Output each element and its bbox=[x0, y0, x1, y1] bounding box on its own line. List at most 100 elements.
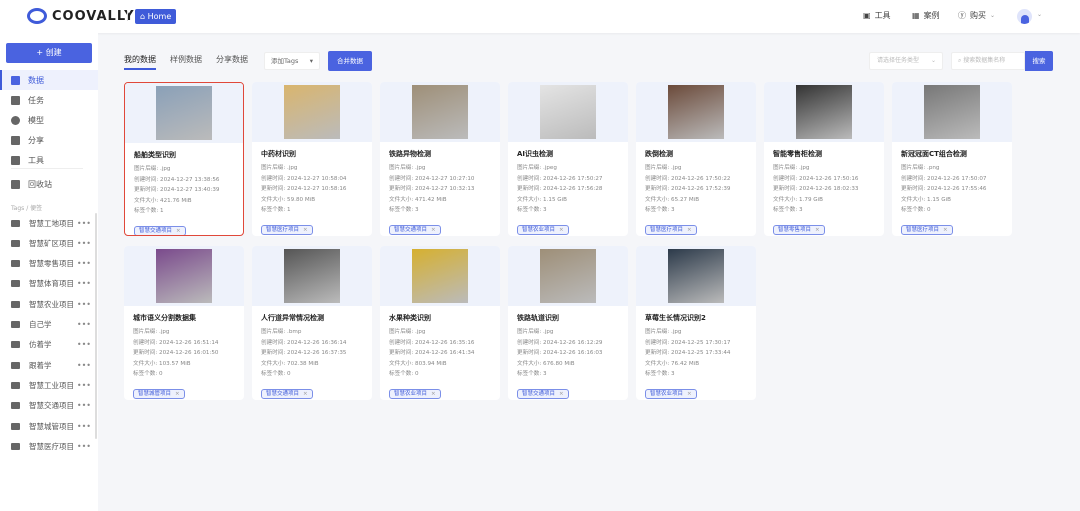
dataset-card[interactable]: 智能零售柜检测 图片后缀: .jpg 创建时间: 2024-12-26 17:5… bbox=[764, 82, 884, 236]
tag-item[interactable]: 智慧农业项目 ••• bbox=[11, 294, 93, 314]
dataset-title[interactable]: AI识虫检测 bbox=[517, 149, 619, 159]
close-icon[interactable]: × bbox=[687, 391, 692, 397]
tag-item[interactable]: 智慧工业项目 ••• bbox=[11, 375, 93, 395]
close-icon[interactable]: × bbox=[175, 391, 180, 397]
close-icon[interactable]: × bbox=[943, 227, 948, 233]
more-icon[interactable]: ••• bbox=[77, 442, 91, 451]
avatar[interactable] bbox=[1017, 9, 1032, 24]
close-icon[interactable]: × bbox=[815, 227, 820, 233]
dataset-title[interactable]: 跌倒检测 bbox=[645, 149, 747, 159]
tab-sample-data[interactable]: 样例数据 bbox=[170, 54, 202, 70]
more-icon[interactable]: ••• bbox=[77, 361, 91, 370]
dataset-card[interactable]: 铁路轨道识别 图片后缀: .jpg 创建时间: 2024-12-26 16:12… bbox=[508, 246, 628, 400]
close-icon[interactable]: × bbox=[687, 227, 692, 233]
home-button[interactable]: ⌂ Home bbox=[135, 9, 177, 24]
sidebar-item-tools[interactable]: 工具 bbox=[0, 150, 98, 170]
nav-tools[interactable]: ▣ 工具 bbox=[863, 10, 891, 21]
search-input[interactable]: ⌕ 搜索数据集名称 bbox=[951, 52, 1025, 70]
more-icon[interactable]: ••• bbox=[77, 300, 91, 309]
dataset-title[interactable]: 铁路轨道识别 bbox=[517, 313, 619, 323]
sidebar-item-data[interactable]: 数据 bbox=[0, 70, 98, 90]
sidebar-item-tasks[interactable]: 任务 bbox=[0, 90, 98, 110]
tag-item[interactable]: 智慧交通项目 ••• bbox=[11, 396, 93, 416]
tag-item[interactable]: 智慧城管项目 ••• bbox=[11, 416, 93, 436]
tag-item[interactable]: 仿着学 ••• bbox=[11, 335, 93, 355]
dataset-title[interactable]: 船舶类型识别 bbox=[134, 150, 234, 160]
dataset-card[interactable]: 人行道异常情况检测 图片后缀: .bmp 创建时间: 2024-12-26 16… bbox=[252, 246, 372, 400]
tag-label: 智慧工业项目 bbox=[29, 380, 74, 390]
dataset-card[interactable]: 草莓生长情况识别2 图片后缀: .jpg 创建时间: 2024-12-25 17… bbox=[636, 246, 756, 400]
more-icon[interactable]: ••• bbox=[77, 239, 91, 248]
tag-chip[interactable]: 智慧交通项目 × bbox=[134, 225, 186, 235]
dataset-card[interactable]: AI识虫检测 图片后缀: .jpeg 创建时间: 2024-12-26 17:5… bbox=[508, 82, 628, 236]
label: 标签个数: bbox=[517, 207, 544, 213]
tag-chip[interactable]: 智慧医疗项目 × bbox=[901, 224, 953, 235]
close-icon[interactable]: × bbox=[303, 391, 308, 397]
tag-chip[interactable]: 智慧零售项目 × bbox=[773, 224, 825, 235]
tag-chip[interactable]: 智慧城管项目 × bbox=[133, 388, 185, 399]
dataset-card[interactable]: 中药材识别 图片后缀: .jpg 创建时间: 2024-12-27 10:58:… bbox=[252, 82, 372, 236]
search-button[interactable]: 搜索 bbox=[1025, 51, 1053, 71]
more-icon[interactable]: ••• bbox=[77, 219, 91, 228]
dataset-card[interactable]: 跌倒检测 图片后缀: .jpg 创建时间: 2024-12-26 17:50:2… bbox=[636, 82, 756, 236]
dataset-title[interactable]: 草莓生长情况识别2 bbox=[645, 313, 747, 323]
tag-item[interactable]: 智慧医疗项目 ••• bbox=[11, 436, 93, 456]
tag-chip[interactable]: 智慧农业项目 × bbox=[645, 388, 697, 399]
dataset-card[interactable]: 水果种类识别 图片后缀: .jpg 创建时间: 2024-12-26 16:35… bbox=[380, 246, 500, 400]
create-button[interactable]: + 创建 bbox=[6, 43, 92, 63]
tag-chip[interactable]: 智慧农业项目 × bbox=[517, 224, 569, 235]
more-icon[interactable]: ••• bbox=[77, 279, 91, 288]
nav-purchase[interactable]: ⓨ 购买 ⌄ bbox=[958, 10, 995, 21]
sidebar-item-trash[interactable]: 回收站 bbox=[0, 174, 98, 194]
value: .jpeg bbox=[543, 165, 557, 171]
sidebar-item-models[interactable]: 模型 bbox=[0, 110, 98, 130]
dataset-title[interactable]: 城市语义分割数据集 bbox=[133, 313, 235, 323]
tab-shared-data[interactable]: 分享数据 bbox=[216, 54, 248, 70]
logo[interactable]: COOVALLY bbox=[27, 8, 135, 24]
dataset-title[interactable]: 新冠冠面CT组合检测 bbox=[901, 149, 1003, 159]
close-icon[interactable]: × bbox=[431, 391, 436, 397]
tag-item[interactable]: 智慧零售项目 ••• bbox=[11, 254, 93, 274]
dataset-card[interactable]: 新冠冠面CT组合检测 图片后缀: .png 创建时间: 2024-12-26 1… bbox=[892, 82, 1012, 236]
chevron-down-icon[interactable]: ⌄ bbox=[1037, 11, 1042, 18]
close-icon[interactable]: × bbox=[176, 228, 181, 234]
tag-chip[interactable]: 智慧交通项目 × bbox=[389, 224, 441, 235]
more-icon[interactable]: ••• bbox=[77, 320, 91, 329]
tab-my-data[interactable]: 我的数据 bbox=[124, 54, 156, 70]
size-row: 文件大小: 1.79 GiB bbox=[773, 195, 875, 206]
tag-item[interactable]: 智慧矿区项目 ••• bbox=[11, 233, 93, 253]
more-icon[interactable]: ••• bbox=[77, 401, 91, 410]
more-icon[interactable]: ••• bbox=[77, 259, 91, 268]
scrollbar[interactable] bbox=[95, 213, 97, 439]
tag-chip[interactable]: 智慧交通项目 × bbox=[261, 388, 313, 399]
merge-data-button[interactable]: 合并数据 bbox=[328, 51, 372, 71]
close-icon[interactable]: × bbox=[303, 227, 308, 233]
created-row: 创建时间: 2024-12-27 10:27:10 bbox=[389, 174, 491, 185]
dataset-title[interactable]: 人行道异常情况检测 bbox=[261, 313, 363, 323]
sidebar-item-share[interactable]: 分享 bbox=[0, 130, 98, 150]
dataset-card[interactable]: 铁路异物检测 图片后缀: .jpg 创建时间: 2024-12-27 10:27… bbox=[380, 82, 500, 236]
dataset-title[interactable]: 中药材识别 bbox=[261, 149, 363, 159]
nav-cases[interactable]: ▦ 案例 bbox=[912, 10, 940, 21]
dataset-card[interactable]: 船舶类型识别 图片后缀: .jpg 创建时间: 2024-12-27 13:38… bbox=[124, 82, 244, 236]
tag-item[interactable]: 智慧工地项目 ••• bbox=[11, 213, 93, 233]
tag-item[interactable]: 跟着学 ••• bbox=[11, 355, 93, 375]
tag-chip[interactable]: 智慧交通项目 × bbox=[517, 388, 569, 399]
close-icon[interactable]: × bbox=[431, 227, 436, 233]
close-icon[interactable]: × bbox=[559, 391, 564, 397]
more-icon[interactable]: ••• bbox=[77, 422, 91, 431]
dataset-title[interactable]: 铁路异物检测 bbox=[389, 149, 491, 159]
tag-item[interactable]: 自己学 ••• bbox=[11, 315, 93, 335]
dataset-card[interactable]: 城市语义分割数据集 图片后缀: .jpg 创建时间: 2024-12-26 16… bbox=[124, 246, 244, 400]
dataset-title[interactable]: 水果种类识别 bbox=[389, 313, 491, 323]
tag-item[interactable]: 智慧体育项目 ••• bbox=[11, 274, 93, 294]
dataset-title[interactable]: 智能零售柜检测 bbox=[773, 149, 875, 159]
tag-chip[interactable]: 智慧农业项目 × bbox=[389, 388, 441, 399]
close-icon[interactable]: × bbox=[559, 227, 564, 233]
tag-chip[interactable]: 智慧医疗项目 × bbox=[645, 224, 697, 235]
more-icon[interactable]: ••• bbox=[77, 381, 91, 390]
task-type-select[interactable]: 请选择任务类型 ⌄ bbox=[869, 52, 943, 70]
tag-chip[interactable]: 智慧医疗项目 × bbox=[261, 224, 313, 235]
more-icon[interactable]: ••• bbox=[77, 340, 91, 349]
add-tags-select[interactable]: 添加Tags ▾ bbox=[264, 52, 320, 70]
